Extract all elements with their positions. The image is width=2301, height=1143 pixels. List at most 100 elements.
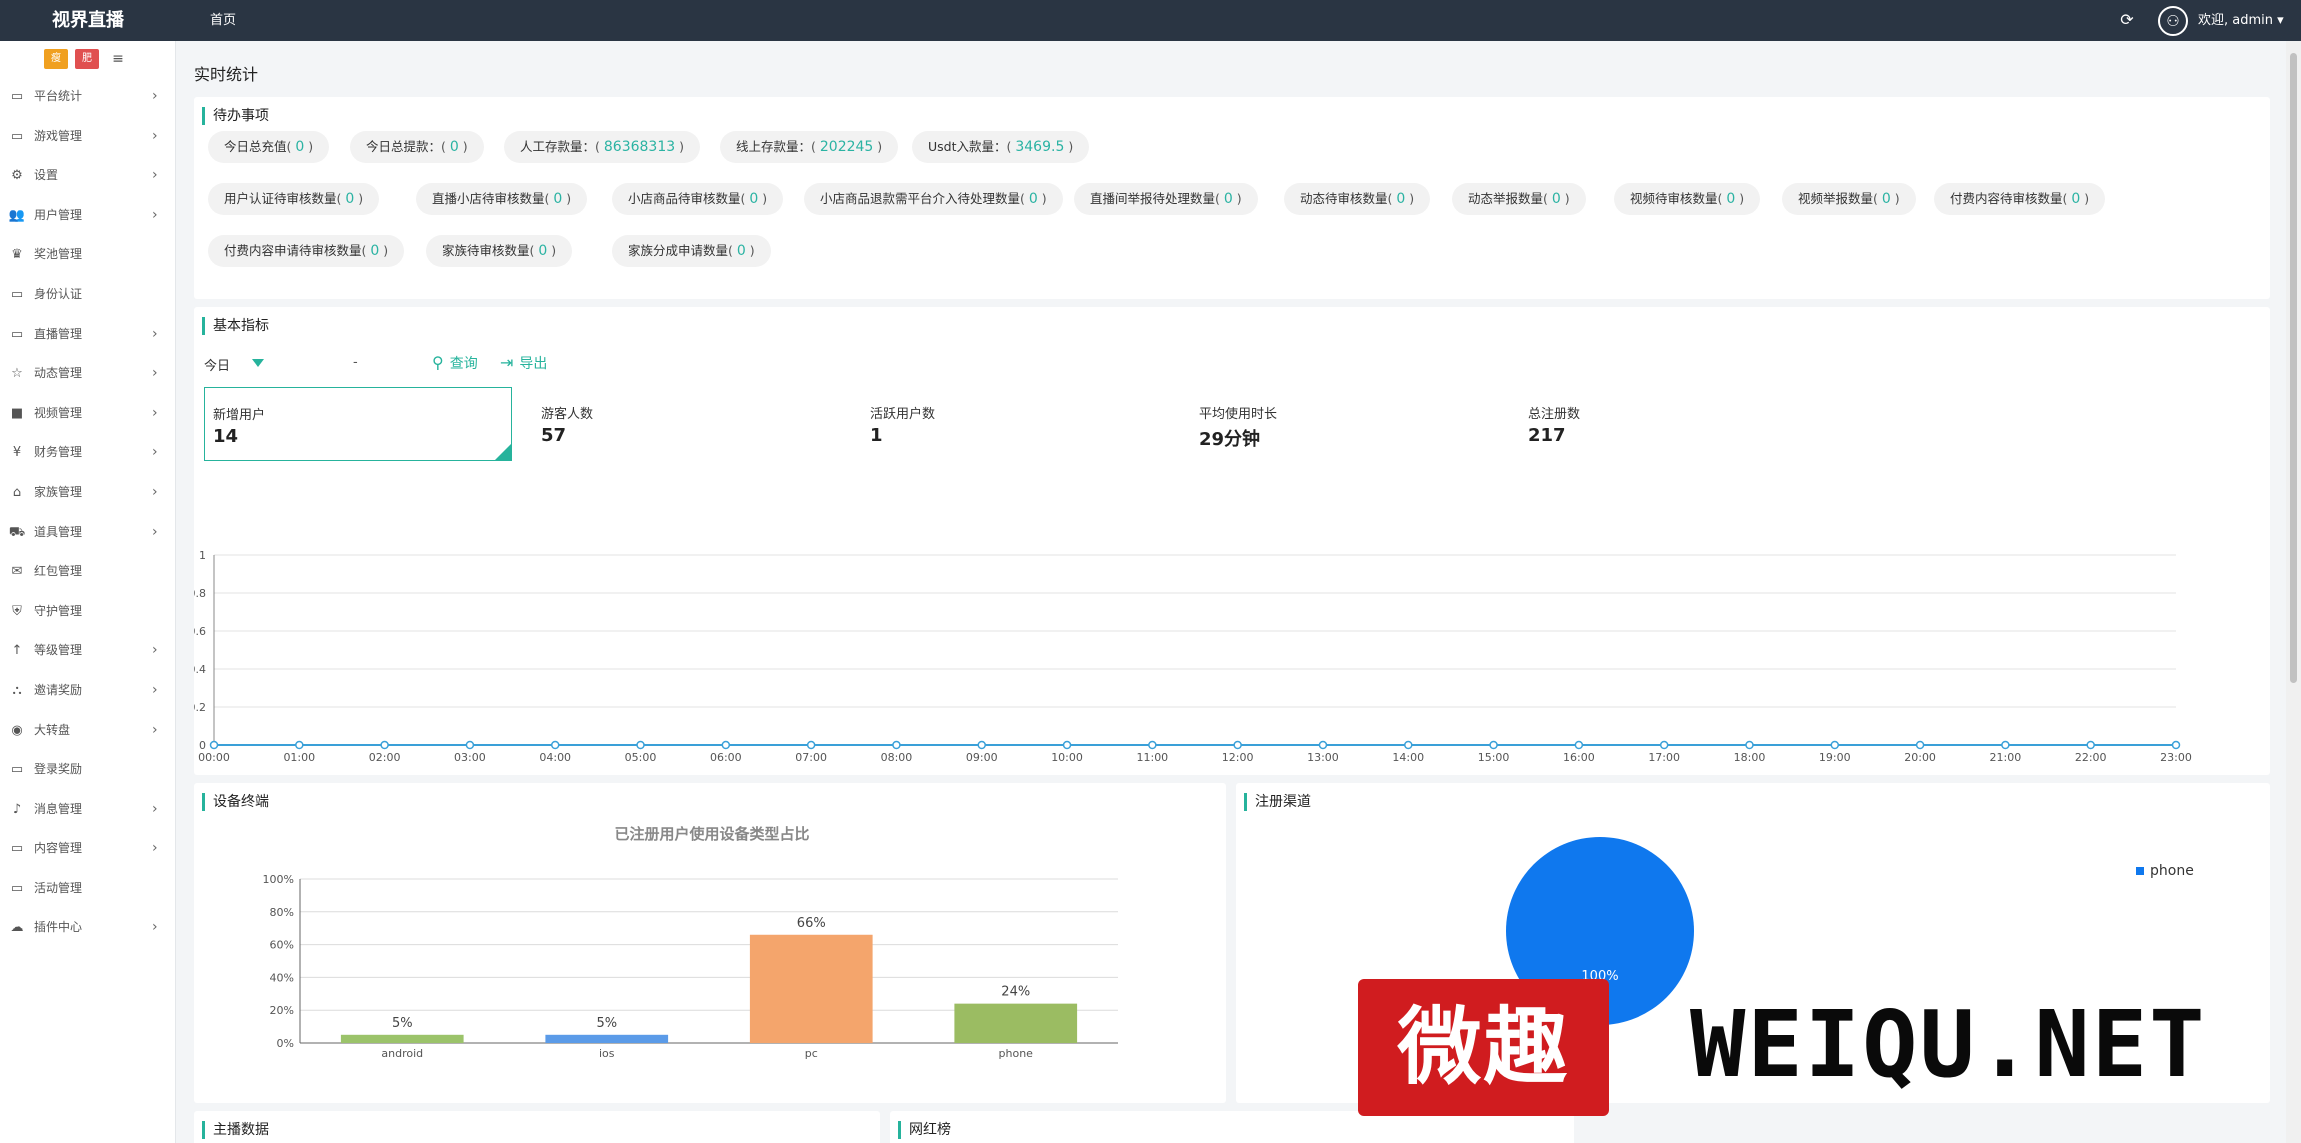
sidebar-item[interactable]: ▭ 登录奖励: [0, 750, 175, 790]
sidebar-item-label: 平台统计: [34, 89, 83, 103]
sidebar-item[interactable]: ♛ 奖池管理: [0, 235, 175, 275]
todo-item[interactable]: 动态待审核数量( 0 ): [1284, 183, 1431, 215]
todo-item-label: 付费内容申请待审核数量: [224, 243, 362, 258]
y-tick-label: 20%: [270, 1004, 294, 1017]
y-tick-label: 60%: [270, 939, 294, 952]
data-point: [2171, 740, 2181, 750]
page-scrollbar[interactable]: [2286, 41, 2301, 1143]
share-avatar-icon[interactable]: ⚇: [2158, 6, 2188, 36]
todo-item[interactable]: 人工存款量：( 86368313 ): [504, 131, 700, 163]
chevron-right-icon: ›: [152, 127, 158, 144]
data-point: [977, 740, 986, 750]
x-tick-label: 06:00: [710, 751, 742, 764]
tab-home[interactable]: 首页: [210, 0, 236, 41]
sidebar-item[interactable]: ▭ 直播管理 ›: [0, 315, 175, 355]
todo-item[interactable]: 直播间举报待处理数量( 0 ): [1074, 183, 1258, 215]
todo-item-value: 0: [538, 243, 548, 259]
user-menu[interactable]: 欢迎, admin ▾: [2198, 0, 2284, 41]
sidebar-item[interactable]: ⛬ 邀请奖励 ›: [0, 671, 175, 711]
chevron-right-icon: ›: [152, 919, 158, 936]
sidebar-item[interactable]: 👥 用户管理 ›: [0, 196, 175, 236]
sidebar-item[interactable]: ☆ 动态管理 ›: [0, 354, 175, 394]
theme-light-button[interactable]: 瘦: [44, 49, 68, 69]
todo-item[interactable]: 直播小店待审核数量( 0 ): [416, 183, 588, 215]
x-tick-label: 02:00: [369, 751, 401, 764]
sidebar-item[interactable]: ☁ 插件中心 ›: [0, 908, 175, 948]
sidebar-item[interactable]: ♪ 消息管理 ›: [0, 790, 175, 830]
todo-item-label: 线上存款量：: [736, 139, 812, 154]
brand-title[interactable]: 视界直播: [0, 0, 176, 41]
menu-toggle-icon[interactable]: ≡: [106, 49, 130, 69]
todo-item[interactable]: 今日总充值( 0 ): [208, 131, 330, 163]
sidebar-item[interactable]: ↑ 等级管理 ›: [0, 631, 175, 671]
todo-item[interactable]: 视频待审核数量( 0 ): [1614, 183, 1761, 215]
sidebar-item[interactable]: ▭ 身份认证: [0, 275, 175, 315]
todo-item[interactable]: 用户认证待审核数量( 0 ): [208, 183, 380, 215]
x-tick-label: phone: [999, 1047, 1034, 1060]
data-label: 66%: [797, 916, 826, 931]
y-tick-label: 0.6: [194, 625, 206, 638]
todo-item[interactable]: 小店商品待审核数量( 0 ): [612, 183, 784, 215]
sidebar-item-label: 游戏管理: [34, 128, 83, 143]
todo-item-value: 0: [749, 191, 759, 207]
todo-item[interactable]: 小店商品退款需平台介入待处理数量( 0 ): [804, 183, 1063, 215]
data-point: [636, 740, 645, 750]
y-tick-label: 0.8: [194, 587, 206, 600]
sidebar-item-label: 设置: [34, 168, 59, 183]
sidebar-item-label: 视频管理: [34, 405, 83, 420]
sidebar-item-label: 身份认证: [34, 286, 83, 301]
level-up-icon: ↑: [11, 643, 23, 659]
data-label: 5%: [596, 1016, 617, 1031]
sidebar-item[interactable]: ▭ 游戏管理 ›: [0, 117, 175, 157]
y-tick-label: 0.2: [194, 701, 206, 714]
paren-open: (: [1543, 191, 1552, 206]
scrollbar-thumb[interactable]: [2290, 53, 2297, 683]
x-tick-label: 11:00: [1136, 751, 1168, 764]
monitor-icon: ▭: [10, 841, 24, 857]
anchor-panel: 主播数据 今日 - ⚲查询 ⇥导出: [194, 1111, 880, 1143]
main-content: 实时统计 待办事项 今日总充值( 0 ) 今日总提款：( 0 ) 人工存款量：( 8…: [176, 41, 2286, 1143]
sidebar-item[interactable]: ⌂ 家族管理 ›: [0, 473, 175, 513]
todo-item[interactable]: 视频举报数量( 0 ): [1782, 183, 1916, 215]
todo-item[interactable]: 线上存款量：( 202245 ): [720, 131, 899, 163]
gamepad-icon: ◉: [11, 722, 23, 738]
todo-item[interactable]: 家族分成申请数量( 0 ): [612, 235, 771, 267]
envelope-icon: ✉: [11, 564, 23, 580]
x-tick-label: 22:00: [2075, 751, 2107, 764]
refresh-icon[interactable]: ⟳: [2118, 11, 2136, 29]
page-title: 实时统计: [194, 65, 259, 84]
paren-close: ): [675, 139, 684, 154]
sidebar-item[interactable]: ⚙ 设置 ›: [0, 156, 175, 196]
sidebar-item[interactable]: ▭ 内容管理 ›: [0, 829, 175, 869]
sidebar-item[interactable]: ▭ 活动管理: [0, 869, 175, 909]
todo-item-label: 小店商品退款需平台介入待处理数量: [820, 191, 1021, 206]
sidebar-item[interactable]: ◉ 大转盘 ›: [0, 711, 175, 751]
sidebar-item[interactable]: ▭ 平台统计 ›: [0, 77, 175, 117]
todo-item[interactable]: 家族待审核数量( 0 ): [426, 235, 573, 267]
sidebar-item[interactable]: ¥ 财务管理 ›: [0, 433, 175, 473]
todo-item[interactable]: 动态举报数量( 0 ): [1452, 183, 1586, 215]
todo-item[interactable]: 付费内容待审核数量( 0 ): [1934, 183, 2106, 215]
theme-dark-button[interactable]: 肥: [75, 49, 99, 69]
x-tick-label: 18:00: [1734, 751, 1766, 764]
bar-chart: 已注册用户使用设备类型占比 0% 20% 40% 60% 80% 100% 5% android…: [263, 825, 1118, 1060]
chevron-right-icon: ›: [152, 642, 158, 659]
monitor-icon: ▭: [10, 326, 24, 342]
sidebar-item-label: 大转盘: [34, 722, 71, 737]
chevron-right-icon: ›: [152, 840, 158, 857]
todo-item-label: 动态举报数量: [1468, 191, 1544, 206]
todo-item-label: 视频待审核数量: [1630, 191, 1718, 206]
sidebar-item[interactable]: ✉ 红包管理: [0, 552, 175, 592]
todo-item-value: 0: [1028, 191, 1038, 207]
paren-open: (: [1873, 191, 1882, 206]
todo-item[interactable]: 今日总提款：( 0 ): [350, 131, 484, 163]
sidebar-item[interactable]: ■ 视频管理 ›: [0, 394, 175, 434]
x-tick-label: 01:00: [283, 751, 315, 764]
x-tick-label: 12:00: [1222, 751, 1254, 764]
sidebar-item[interactable]: ⛟ 道具管理 ›: [0, 513, 175, 553]
todo-item[interactable]: Usdt入款量：( 3469.5 ): [912, 131, 1090, 163]
sidebar-item[interactable]: ⛨ 守护管理: [0, 592, 175, 632]
todo-item[interactable]: 付费内容申请待审核数量( 0 ): [208, 235, 405, 267]
sidebar-item-label: 内容管理: [34, 841, 83, 856]
x-tick-label: 07:00: [795, 751, 827, 764]
